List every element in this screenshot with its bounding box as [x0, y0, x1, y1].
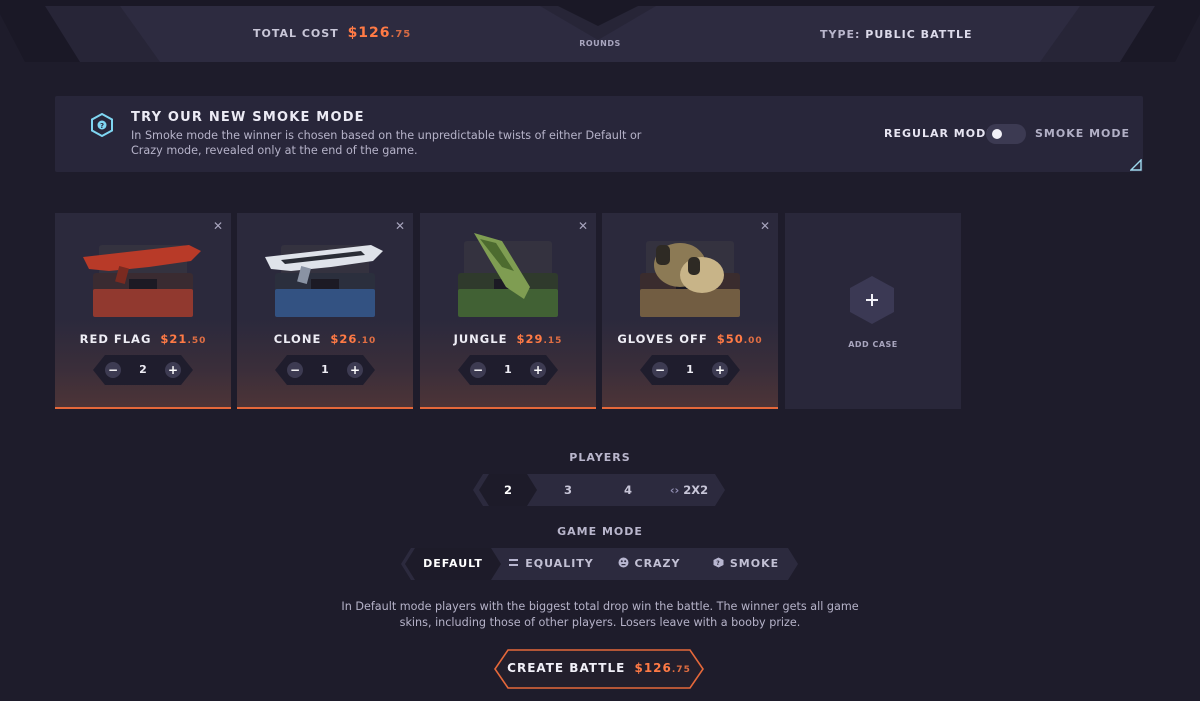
game-mode-description: In Default mode players with the biggest…	[341, 600, 859, 629]
game-mode-label: GAME MODE	[557, 525, 643, 538]
players-selector: 2 3 4 ‹› 2X2	[473, 474, 725, 506]
case-name: JUNGLE	[453, 332, 508, 346]
case-accent	[640, 289, 740, 317]
remove-case-icon[interactable]: ✕	[395, 219, 405, 233]
quantity-stepper: − 1 +	[275, 355, 375, 385]
case-price: $21	[160, 332, 188, 346]
case-price-cents: .10	[357, 336, 377, 346]
case-title: GLOVES OFF $50.00	[602, 332, 778, 346]
create-battle-price: $126	[634, 661, 672, 675]
case-title: CLONE $26.10	[237, 332, 413, 346]
case-name: GLOVES OFF	[617, 332, 708, 346]
code-brackets-icon: ‹›	[669, 483, 680, 497]
create-battle-label-group: CREATE BATTLE $126.75	[494, 661, 704, 675]
smoke-icon: ?	[713, 557, 724, 568]
mode-default[interactable]: DEFAULT	[405, 548, 501, 580]
players-option-4[interactable]: 4	[599, 474, 657, 506]
case-title: JUNGLE $29.15	[420, 332, 596, 346]
quantity-stepper: − 2 +	[93, 355, 193, 385]
case-image	[83, 245, 201, 317]
add-case-label: ADD CASE	[848, 340, 898, 349]
battle-type-value: PUBLIC BATTLE	[865, 28, 973, 41]
case-price: $26	[330, 332, 358, 346]
players-option-2x2-label: 2X2	[683, 483, 709, 497]
case-card: ✕ RED FLAG $21.50 − 2 +	[55, 213, 231, 409]
quantity-stepper: − 1 +	[458, 355, 558, 385]
create-battle-button[interactable]: CREATE BATTLE $126.75	[494, 649, 704, 689]
players-option-2[interactable]: 2	[479, 474, 537, 506]
remove-case-icon[interactable]: ✕	[760, 219, 770, 233]
smoke-mode-banner: ? TRY OUR NEW SMOKE MODE In Smoke mode t…	[55, 96, 1143, 172]
case-name: RED FLAG	[79, 332, 152, 346]
case-title: RED FLAG $21.50	[55, 332, 231, 346]
rounds-label: ROUNDS	[579, 39, 621, 48]
case-image	[265, 245, 383, 317]
add-case-button[interactable]: ADD CASE	[785, 213, 961, 409]
case-price: $50	[716, 332, 744, 346]
header-shape	[0, 0, 1200, 62]
svg-text:?: ?	[716, 560, 720, 567]
players-option-3[interactable]: 3	[539, 474, 597, 506]
case-accent	[458, 289, 558, 317]
case-card: ✕ JUNGLE $29.15 − 1 +	[420, 213, 596, 409]
case-accent	[275, 289, 375, 317]
increase-quantity-button[interactable]: +	[347, 362, 363, 378]
remove-case-icon[interactable]: ✕	[213, 219, 223, 233]
create-battle-price-cents: .75	[671, 665, 691, 675]
plus-icon	[850, 276, 894, 324]
case-image	[458, 233, 558, 317]
battle-type-label: TYPE:	[820, 28, 861, 41]
smoke-mode-icon: ?	[91, 113, 113, 137]
svg-text:?: ?	[100, 122, 104, 130]
increase-quantity-button[interactable]: +	[165, 362, 181, 378]
case-card: ✕ CLONE $26.10 − 1 +	[237, 213, 413, 409]
banner-description: In Smoke mode the winner is chosen based…	[131, 129, 642, 157]
remove-case-icon[interactable]: ✕	[578, 219, 588, 233]
case-card: ✕ GLOVES OFF $50.00 − 1 +	[602, 213, 778, 409]
players-option-2x2[interactable]: ‹› 2X2	[659, 474, 719, 506]
case-image	[640, 241, 740, 317]
increase-quantity-button[interactable]: +	[712, 362, 728, 378]
battle-summary-header: TOTAL COST $126.75 ROUNDS TYPE: PUBLIC B…	[0, 0, 1200, 64]
case-accent	[93, 289, 193, 317]
smoke-mode-label[interactable]: SMOKE MODE	[1035, 127, 1130, 140]
corner-triangle-icon	[1130, 159, 1142, 171]
crazy-face-icon	[618, 557, 629, 568]
mode-crazy[interactable]: CRAZY	[601, 548, 697, 580]
quantity-stepper: − 1 +	[640, 355, 740, 385]
case-price-cents: .00	[743, 336, 763, 346]
case-name: CLONE	[273, 332, 322, 346]
smoke-mode-toggle[interactable]	[986, 124, 1026, 144]
equality-icon	[508, 557, 519, 568]
mode-equality[interactable]: EQUALITY	[503, 548, 599, 580]
case-price-cents: .50	[187, 336, 207, 346]
battle-type: TYPE: PUBLIC BATTLE	[820, 28, 973, 41]
mode-smoke-label: SMOKE	[729, 557, 780, 570]
mode-crazy-label: CRAZY	[634, 557, 681, 570]
case-price: $29	[516, 332, 544, 346]
regular-mode-label[interactable]: REGULAR MODE	[884, 127, 995, 140]
banner-title: TRY OUR NEW SMOKE MODE	[131, 110, 365, 125]
toggle-knob	[992, 129, 1002, 139]
create-battle-label: CREATE BATTLE	[507, 661, 626, 675]
game-mode-selector: DEFAULT EQUALITY CRAZY ? SMOKE	[401, 548, 798, 580]
increase-quantity-button[interactable]: +	[530, 362, 546, 378]
players-label: PLAYERS	[569, 451, 631, 464]
mode-equality-label: EQUALITY	[525, 557, 594, 570]
mode-smoke[interactable]: ? SMOKE	[699, 548, 793, 580]
case-price-cents: .15	[543, 336, 563, 346]
